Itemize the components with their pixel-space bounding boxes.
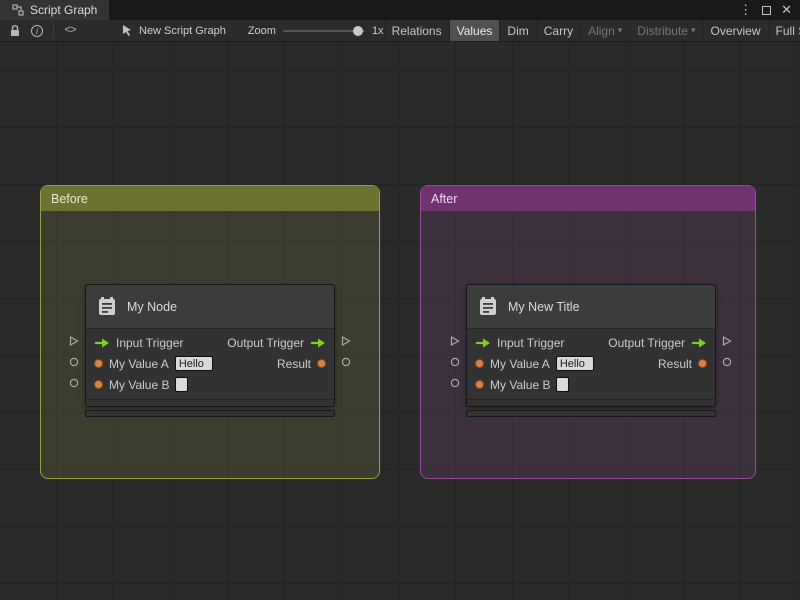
value-port-icon[interactable] xyxy=(475,359,484,368)
port-label: My Value A xyxy=(109,356,169,371)
info-icon[interactable]: i xyxy=(26,20,48,41)
value-b-input[interactable] xyxy=(556,377,570,392)
node-my-new-title[interactable]: My New Title Input Trigger Output Trigge… xyxy=(450,284,732,417)
script-node-icon xyxy=(96,296,118,318)
chevron-down-icon: ▾ xyxy=(617,25,623,35)
script-node-icon xyxy=(477,296,499,318)
toolbar-button-values[interactable]: Values xyxy=(448,20,500,41)
toolbar-button-overview[interactable]: Overview xyxy=(702,20,768,41)
graph-toolbar: i <> New Script Graph Zoom 1x Relations … xyxy=(0,20,800,42)
node-bottom-bar xyxy=(466,410,716,417)
trigger-out-icon[interactable] xyxy=(310,337,326,348)
toolbar-button-carry[interactable]: Carry xyxy=(535,20,580,41)
external-trigger-in-port[interactable] xyxy=(69,336,79,346)
kebab-menu-icon[interactable]: ⋮ xyxy=(739,0,752,20)
node-footer xyxy=(467,399,715,406)
value-a-input[interactable] xyxy=(174,356,213,371)
node-header[interactable]: My New Title xyxy=(467,285,715,329)
script-graph-tab-icon xyxy=(12,4,24,16)
external-value-a-port[interactable] xyxy=(450,357,460,367)
maximize-icon[interactable] xyxy=(762,5,772,15)
external-trigger-out-port[interactable] xyxy=(722,336,732,346)
tab-label: Script Graph xyxy=(30,3,98,17)
port-label: Input Trigger xyxy=(116,335,184,350)
node-title: My New Title xyxy=(508,299,580,314)
group-before-header[interactable]: Before xyxy=(41,186,379,211)
trigger-in-icon[interactable] xyxy=(94,337,110,348)
node-footer xyxy=(86,399,334,406)
port-label: My Value B xyxy=(109,377,170,392)
code-view-icon[interactable]: <> xyxy=(59,20,81,41)
window-tab-bar: Script Graph ⋮ ✕ xyxy=(0,0,800,20)
node-bottom-bar xyxy=(85,410,335,417)
toolbar-button-dim[interactable]: Dim xyxy=(499,20,535,41)
node-my-node[interactable]: My Node Input Trigger Output Trigger My … xyxy=(69,284,351,417)
port-label: Input Trigger xyxy=(497,335,565,350)
graph-canvas[interactable]: Before After My Node Input Trigger Outpu… xyxy=(0,42,800,600)
trigger-in-icon[interactable] xyxy=(475,337,491,348)
toolbar-button-relations[interactable]: Relations xyxy=(383,20,449,41)
result-port-icon[interactable] xyxy=(698,359,707,368)
port-label: Result xyxy=(657,356,692,371)
graph-name-label: New Script Graph xyxy=(139,24,226,37)
zoom-slider[interactable] xyxy=(282,25,365,36)
external-value-b-port[interactable] xyxy=(450,378,460,388)
group-title: Before xyxy=(51,191,88,206)
group-title: After xyxy=(431,191,458,206)
toolbar-separator xyxy=(53,23,54,38)
node-title: My Node xyxy=(127,299,178,314)
value-b-input[interactable] xyxy=(175,377,189,392)
port-label: My Value B xyxy=(490,377,551,392)
toolbar-button-distribute[interactable]: Distribute ▾ xyxy=(629,20,702,41)
value-port-icon[interactable] xyxy=(475,380,484,389)
value-port-icon[interactable] xyxy=(94,380,103,389)
zoom-label: Zoom xyxy=(247,24,276,37)
tab-script-graph[interactable]: Script Graph xyxy=(0,0,110,20)
port-label: Output Trigger xyxy=(608,335,685,350)
external-trigger-out-port[interactable] xyxy=(341,336,351,346)
graph-breadcrumb[interactable]: New Script Graph xyxy=(121,24,226,37)
external-trigger-in-port[interactable] xyxy=(450,336,460,346)
external-value-a-port[interactable] xyxy=(69,357,79,367)
toolbar-button-fullscreen[interactable]: Full Scr xyxy=(767,20,800,41)
zoom-value: 1x xyxy=(371,24,384,37)
value-port-icon[interactable] xyxy=(94,359,103,368)
trigger-out-icon[interactable] xyxy=(691,337,707,348)
result-port-icon[interactable] xyxy=(317,359,326,368)
group-after-header[interactable]: After xyxy=(421,186,755,211)
external-result-port[interactable] xyxy=(341,357,351,367)
graph-pointer-icon xyxy=(121,24,133,37)
port-label: Result xyxy=(276,356,311,371)
node-header[interactable]: My Node xyxy=(86,285,334,329)
lock-icon[interactable] xyxy=(4,20,26,41)
chevron-down-icon: ▾ xyxy=(690,25,696,35)
port-label: My Value A xyxy=(490,356,550,371)
value-a-input[interactable] xyxy=(555,356,594,371)
toolbar-button-group: Relations Values Dim Carry Align ▾ Distr… xyxy=(383,20,800,41)
port-label: Output Trigger xyxy=(227,335,304,350)
close-icon[interactable]: ✕ xyxy=(781,0,792,20)
external-value-b-port[interactable] xyxy=(69,378,79,388)
external-result-port[interactable] xyxy=(722,357,732,367)
zoom-slider-handle[interactable] xyxy=(353,25,364,36)
toolbar-button-align[interactable]: Align ▾ xyxy=(580,20,629,41)
